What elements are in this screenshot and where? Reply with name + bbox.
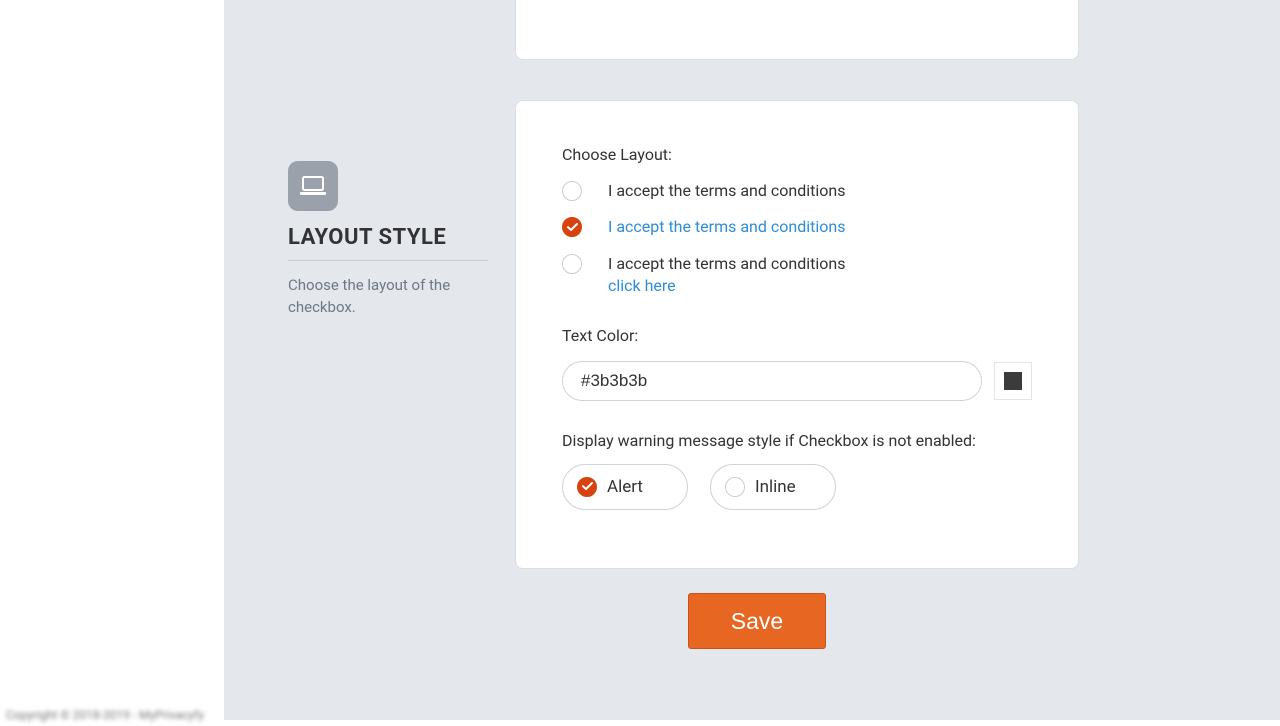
layout-option-label: I accept the terms and conditions	[608, 180, 845, 202]
warning-style-label: Display warning message style if Checkbo…	[562, 431, 1032, 450]
text-color-label: Text Color:	[562, 326, 1032, 345]
radio-icon-checked	[562, 217, 582, 237]
radio-icon-checked	[577, 477, 597, 497]
save-button-label: Save	[731, 608, 783, 635]
layout-option-extra[interactable]: I accept the terms and conditions click …	[562, 253, 1032, 298]
save-button[interactable]: Save	[688, 593, 826, 649]
color-swatch-button[interactable]	[994, 362, 1032, 400]
layout-option-text: I accept the terms and conditions	[608, 254, 845, 273]
section-sidebar: LAYOUT STYLE Choose the layout of the ch…	[288, 161, 488, 319]
section-title: LAYOUT STYLE	[288, 225, 488, 261]
warning-option-alert[interactable]: Alert	[562, 464, 688, 510]
section-description: Choose the layout of the checkbox.	[288, 275, 488, 319]
left-gutter	[0, 0, 224, 720]
previous-settings-card	[515, 0, 1079, 60]
radio-icon	[725, 477, 745, 497]
radio-icon	[562, 254, 582, 274]
radio-icon	[562, 181, 582, 201]
color-swatch	[1004, 372, 1022, 390]
layout-radio-group: I accept the terms and conditions I acce…	[562, 180, 1032, 298]
laptop-icon	[288, 161, 338, 211]
layout-style-card: Choose Layout: I accept the terms and co…	[515, 100, 1079, 569]
layout-option-label: I accept the terms and conditions	[608, 216, 845, 238]
warning-radio-group: Alert Inline	[562, 464, 1032, 510]
layout-option-label: I accept the terms and conditions click …	[608, 253, 845, 298]
text-color-input[interactable]	[562, 361, 982, 401]
text-color-row	[562, 361, 1032, 401]
warning-option-inline[interactable]: Inline	[710, 464, 836, 510]
layout-option-plain[interactable]: I accept the terms and conditions	[562, 180, 1032, 202]
click-here-link: click here	[608, 275, 845, 297]
layout-option-link[interactable]: I accept the terms and conditions	[562, 216, 1032, 238]
warning-option-label: Inline	[755, 477, 796, 497]
footer-copyright: Copyright © 2018-2019 - MyPrivacyfy	[0, 704, 210, 726]
warning-option-label: Alert	[607, 477, 643, 497]
choose-layout-label: Choose Layout:	[562, 145, 1032, 164]
